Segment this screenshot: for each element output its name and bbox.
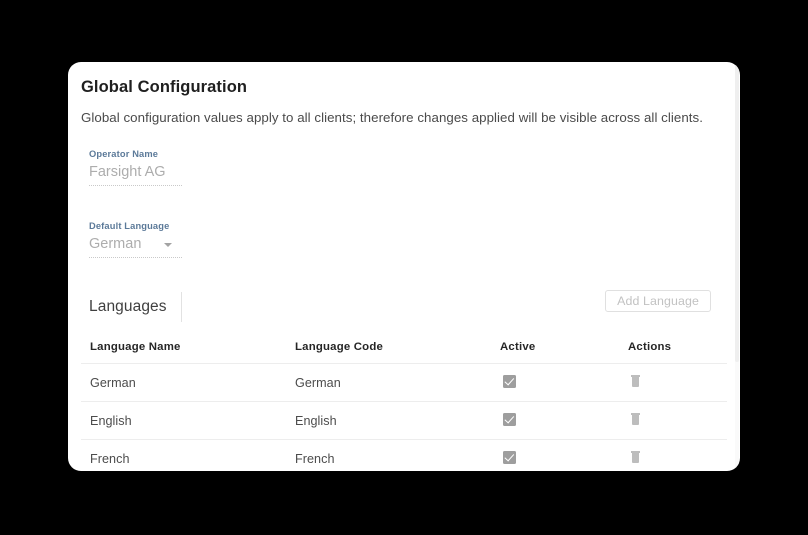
cell-actions — [619, 413, 727, 428]
active-checkbox[interactable] — [503, 375, 516, 388]
cell-language-name: German — [81, 376, 286, 390]
cell-language-code: English — [286, 414, 491, 428]
cell-actions — [619, 451, 727, 466]
table-row: English English — [81, 402, 727, 440]
page-title: Global Configuration — [81, 78, 247, 97]
cell-language-name: French — [81, 452, 286, 466]
table-row: German German — [81, 364, 727, 402]
column-header-actions: Actions — [619, 341, 727, 353]
cell-language-code: German — [286, 376, 491, 390]
cell-active — [491, 451, 619, 467]
trash-icon[interactable] — [631, 413, 640, 425]
trash-icon[interactable] — [631, 451, 640, 463]
table-header-row: Language Name Language Code Active Actio… — [81, 330, 727, 364]
card-content: Global Configuration Global configuratio… — [68, 62, 740, 471]
trash-icon[interactable] — [631, 375, 640, 387]
tabbar-divider — [181, 292, 182, 322]
operator-name-label: Operator Name — [89, 149, 182, 159]
cell-actions — [619, 375, 727, 390]
languages-tabbar: Languages — [89, 290, 182, 324]
operator-name-value-row: Farsight AG — [89, 163, 182, 182]
cell-active — [491, 375, 619, 391]
cell-language-name: English — [81, 414, 286, 428]
default-language-value-row: German — [89, 235, 182, 254]
add-language-button[interactable]: Add Language — [605, 290, 711, 312]
default-language-select-value[interactable]: German — [89, 235, 141, 254]
cell-active — [491, 413, 619, 429]
languages-table: Language Name Language Code Active Actio… — [81, 330, 727, 471]
cell-language-code: French — [286, 452, 491, 466]
global-configuration-card: Global Configuration Global configuratio… — [68, 62, 740, 471]
column-header-active: Active — [491, 341, 619, 353]
column-header-language-code: Language Code — [286, 341, 491, 353]
default-language-field[interactable]: Default Language German — [89, 221, 182, 258]
default-language-label: Default Language — [89, 221, 182, 231]
vertical-scrollbar-thumb[interactable] — [735, 62, 739, 362]
tab-languages[interactable]: Languages — [89, 298, 181, 316]
table-row: French French — [81, 440, 727, 471]
active-checkbox[interactable] — [503, 451, 516, 464]
default-language-underline — [89, 257, 182, 258]
page-description: Global configuration values apply to all… — [81, 110, 703, 125]
operator-name-field[interactable]: Operator Name Farsight AG — [89, 149, 182, 186]
active-checkbox[interactable] — [503, 413, 516, 426]
operator-name-input[interactable]: Farsight AG — [89, 163, 166, 182]
column-header-language-name: Language Name — [81, 341, 286, 353]
operator-name-underline — [89, 185, 182, 186]
screen-root: Global Configuration Global configuratio… — [0, 0, 808, 535]
chevron-down-icon[interactable] — [164, 243, 172, 247]
